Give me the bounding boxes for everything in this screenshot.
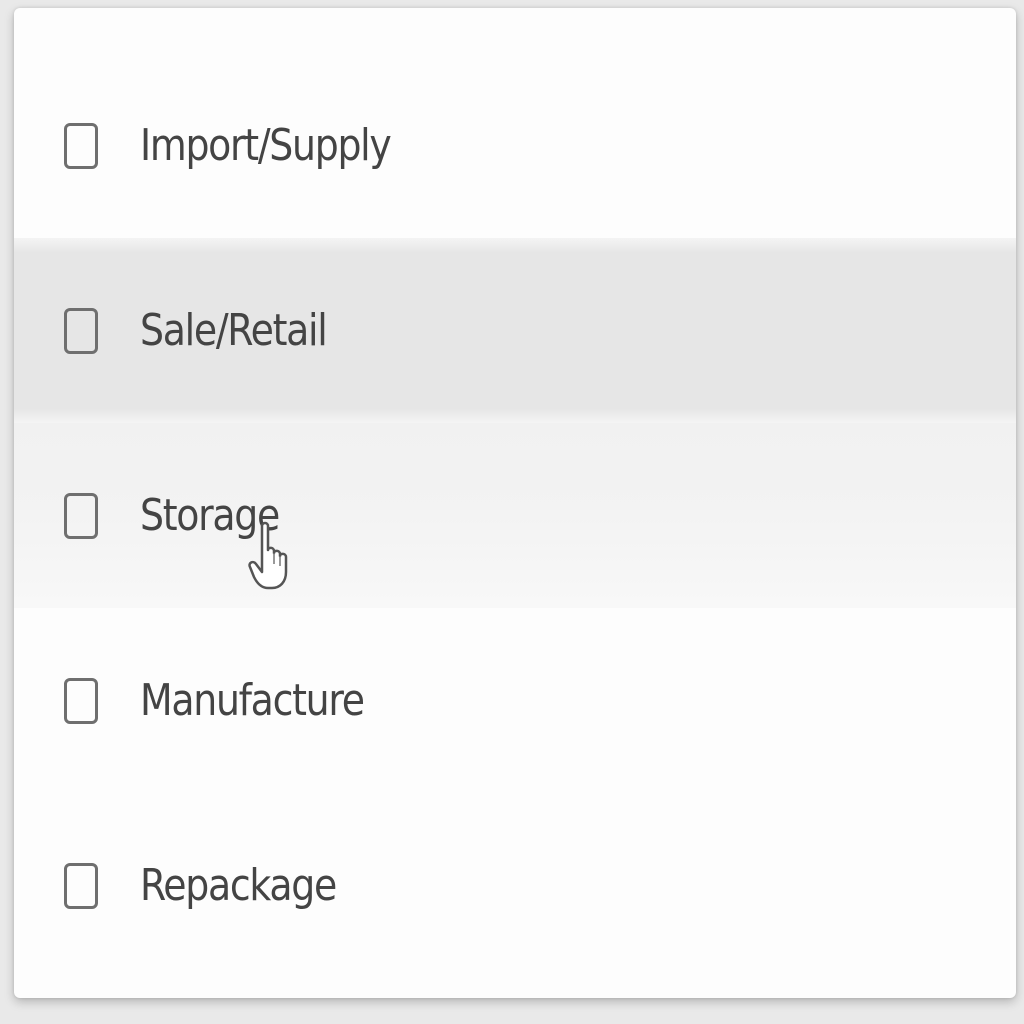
checkbox-repackage[interactable]: [64, 862, 98, 909]
option-label: Sale/Retail: [140, 305, 328, 356]
option-manufacture[interactable]: Manufacture: [14, 608, 1016, 793]
checkbox-list-panel: Import/Supply Sale/Retail Storage Manufa…: [14, 8, 1016, 998]
checkbox-manufacture[interactable]: [64, 677, 98, 724]
checkbox-sale-retail[interactable]: [64, 307, 98, 354]
option-label: Import/Supply: [140, 120, 392, 171]
option-label: Repackage: [140, 860, 337, 911]
option-import-supply[interactable]: Import/Supply: [14, 53, 1016, 238]
option-repackage[interactable]: Repackage: [14, 793, 1016, 978]
checkbox-storage[interactable]: [64, 492, 98, 539]
option-storage[interactable]: Storage: [14, 423, 1016, 608]
option-label: Manufacture: [140, 675, 365, 726]
option-sale-retail[interactable]: Sale/Retail: [14, 238, 1016, 423]
option-list: Import/Supply Sale/Retail Storage Manufa…: [14, 53, 1016, 978]
checkbox-import-supply[interactable]: [64, 122, 98, 169]
option-label: Storage: [140, 490, 280, 541]
